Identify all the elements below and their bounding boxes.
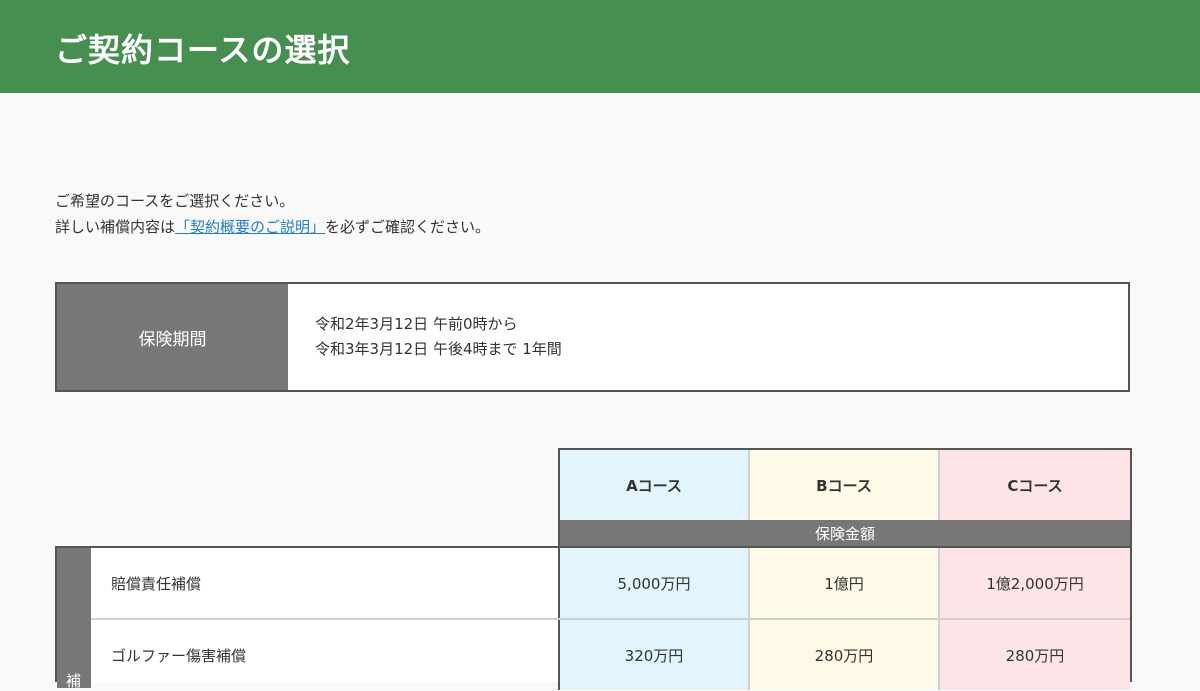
course-a-value: 320万円 — [560, 620, 750, 690]
page-header: ご契約コースの選択 — [0, 0, 1200, 93]
coverage-side-label: 補 — [57, 548, 91, 690]
insurance-period-box: 保険期間 令和2年3月12日 午前0時から 令和3年3月12日 午後4時まで 1… — [55, 282, 1130, 392]
course-options: Aコース Bコース Cコース — [560, 450, 1130, 520]
page-title: ご契約コースの選択 — [55, 31, 351, 69]
intro-text: ご希望のコースをご選択ください。 詳しい補償内容は「契約概要のご説明」を必ずご確… — [55, 188, 490, 240]
period-end: 令和3年3月12日 午後4時まで 1年間 — [315, 340, 562, 358]
coverage-table: 補 賠償責任補償 5,000万円 1億円 1億2,000万円 ゴルファー傷害補償… — [55, 546, 1132, 690]
coverage-name: 賠償責任補償 — [91, 548, 560, 618]
table-row: 賠償責任補償 5,000万円 1億円 1億2,000万円 — [91, 548, 1130, 620]
course-b-option[interactable]: Bコース — [750, 450, 940, 520]
course-b-value: 1億円 — [750, 548, 940, 618]
contract-overview-link[interactable]: 「契約概要のご説明」 — [175, 218, 325, 236]
intro-line-1: ご希望のコースをご選択ください。 — [55, 192, 295, 210]
table-row: ゴルファー傷害補償 320万円 280万円 280万円 — [91, 620, 1130, 690]
course-b-value: 280万円 — [750, 620, 940, 690]
course-c-value: 280万円 — [940, 620, 1130, 690]
insurance-period-value: 令和2年3月12日 午前0時から 令和3年3月12日 午後4時まで 1年間 — [288, 284, 562, 390]
coverage-name: ゴルファー傷害補償 — [91, 620, 560, 690]
period-start: 令和2年3月12日 午前0時から — [315, 315, 518, 333]
course-a-option[interactable]: Aコース — [560, 450, 750, 520]
course-c-value: 1億2,000万円 — [940, 548, 1130, 618]
course-a-value: 5,000万円 — [560, 548, 750, 618]
course-header: Aコース Bコース Cコース 保険金額 — [558, 448, 1132, 547]
intro-line-2-prefix: 詳しい補償内容は — [55, 218, 176, 236]
coverage-side-text: 補 — [66, 672, 82, 690]
insurance-period-label: 保険期間 — [57, 284, 288, 390]
insured-amount-header: 保険金額 — [560, 520, 1130, 547]
course-c-option[interactable]: Cコース — [940, 450, 1130, 520]
intro-line-2: 詳しい補償内容は「契約概要のご説明」を必ずご確認ください。 — [55, 214, 490, 240]
intro-line-2-suffix: を必ずご確認ください。 — [325, 218, 491, 236]
